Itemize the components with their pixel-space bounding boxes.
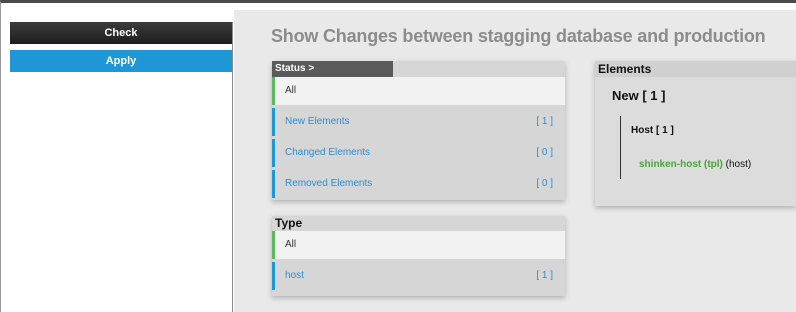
tree-line: [620, 116, 621, 179]
status-item-count: [ 1 ]: [536, 116, 553, 127]
type-filter-all[interactable]: All: [272, 231, 565, 259]
new-elements-heading: New [ 1 ]: [612, 88, 666, 103]
row-indicator: [272, 262, 275, 290]
type-panel: Type All host [ 1 ]: [272, 216, 565, 296]
row-indicator: [272, 231, 275, 259]
sidebar: Check Apply: [10, 22, 233, 312]
type-item-count: [ 1 ]: [536, 270, 553, 281]
type-item-label: host: [285, 270, 304, 281]
apply-button[interactable]: Apply: [10, 50, 232, 72]
status-panel: Status > All New Elements [ 1 ] Changed …: [272, 61, 565, 200]
type-filter-host[interactable]: host [ 1 ]: [272, 262, 565, 290]
row-indicator: [272, 108, 275, 136]
elements-header: Elements: [595, 61, 796, 77]
type-all-label: All: [285, 239, 297, 250]
element-link[interactable]: shinken-host (tpl): [639, 159, 723, 170]
row-indicator: [272, 77, 275, 105]
row-indicator: [272, 139, 275, 167]
check-button[interactable]: Check: [10, 22, 232, 44]
status-filter-changed-elements[interactable]: Changed Elements [ 0 ]: [272, 139, 565, 167]
main-content: Show Changes between stagging database a…: [234, 10, 796, 312]
status-filter-removed-elements[interactable]: Removed Elements [ 0 ]: [272, 170, 565, 198]
status-item-label: New Elements: [285, 116, 350, 127]
element-entry: shinken-host (tpl) (host): [639, 159, 751, 170]
status-item-label: Changed Elements: [285, 147, 371, 158]
status-header-background: [393, 61, 565, 77]
status-all-label: All: [285, 85, 297, 96]
host-group-heading: Host [ 1 ]: [631, 125, 674, 136]
status-filter-all[interactable]: All: [272, 77, 565, 105]
status-filter-new-elements[interactable]: New Elements [ 1 ]: [272, 108, 565, 136]
status-item-count: [ 0 ]: [536, 178, 553, 189]
elements-panel: Elements New [ 1 ] Host [ 1 ] shinken-ho…: [595, 61, 796, 206]
status-item-label: Removed Elements: [285, 178, 373, 189]
row-indicator: [272, 170, 275, 198]
status-item-count: [ 0 ]: [536, 147, 553, 158]
status-filter-header[interactable]: Status >: [272, 61, 393, 77]
type-filter-header: Type: [272, 216, 565, 231]
page-title: Show Changes between stagging database a…: [271, 26, 766, 46]
element-type: (host): [722, 159, 752, 170]
